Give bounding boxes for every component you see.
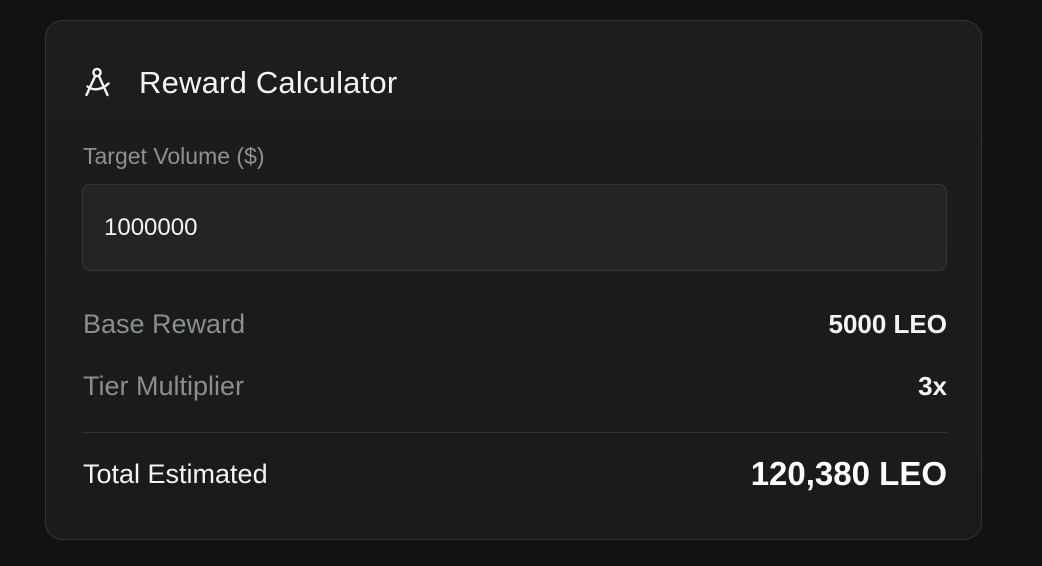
total-estimated-label: Total Estimated <box>83 458 268 489</box>
compass-icon <box>83 66 117 100</box>
divider <box>82 432 947 433</box>
base-reward-value: 5000 LEO <box>828 309 947 339</box>
tier-multiplier-row: Tier Multiplier 3x <box>83 371 947 402</box>
total-estimated-row: Total Estimated 120,380 LEO <box>83 455 947 493</box>
target-volume-input[interactable] <box>82 184 947 271</box>
tier-multiplier-label: Tier Multiplier <box>83 371 245 401</box>
reward-calculator-card: Reward Calculator Target Volume ($) Base… <box>45 20 982 540</box>
card-title: Reward Calculator <box>139 65 398 100</box>
total-estimated-value: 120,380 LEO <box>750 455 947 492</box>
target-volume-label: Target Volume ($) <box>83 143 265 169</box>
card-header: Reward Calculator <box>83 63 397 103</box>
base-reward-row: Base Reward 5000 LEO <box>83 309 947 340</box>
tier-multiplier-value: 3x <box>918 371 947 401</box>
base-reward-label: Base Reward <box>83 309 246 339</box>
